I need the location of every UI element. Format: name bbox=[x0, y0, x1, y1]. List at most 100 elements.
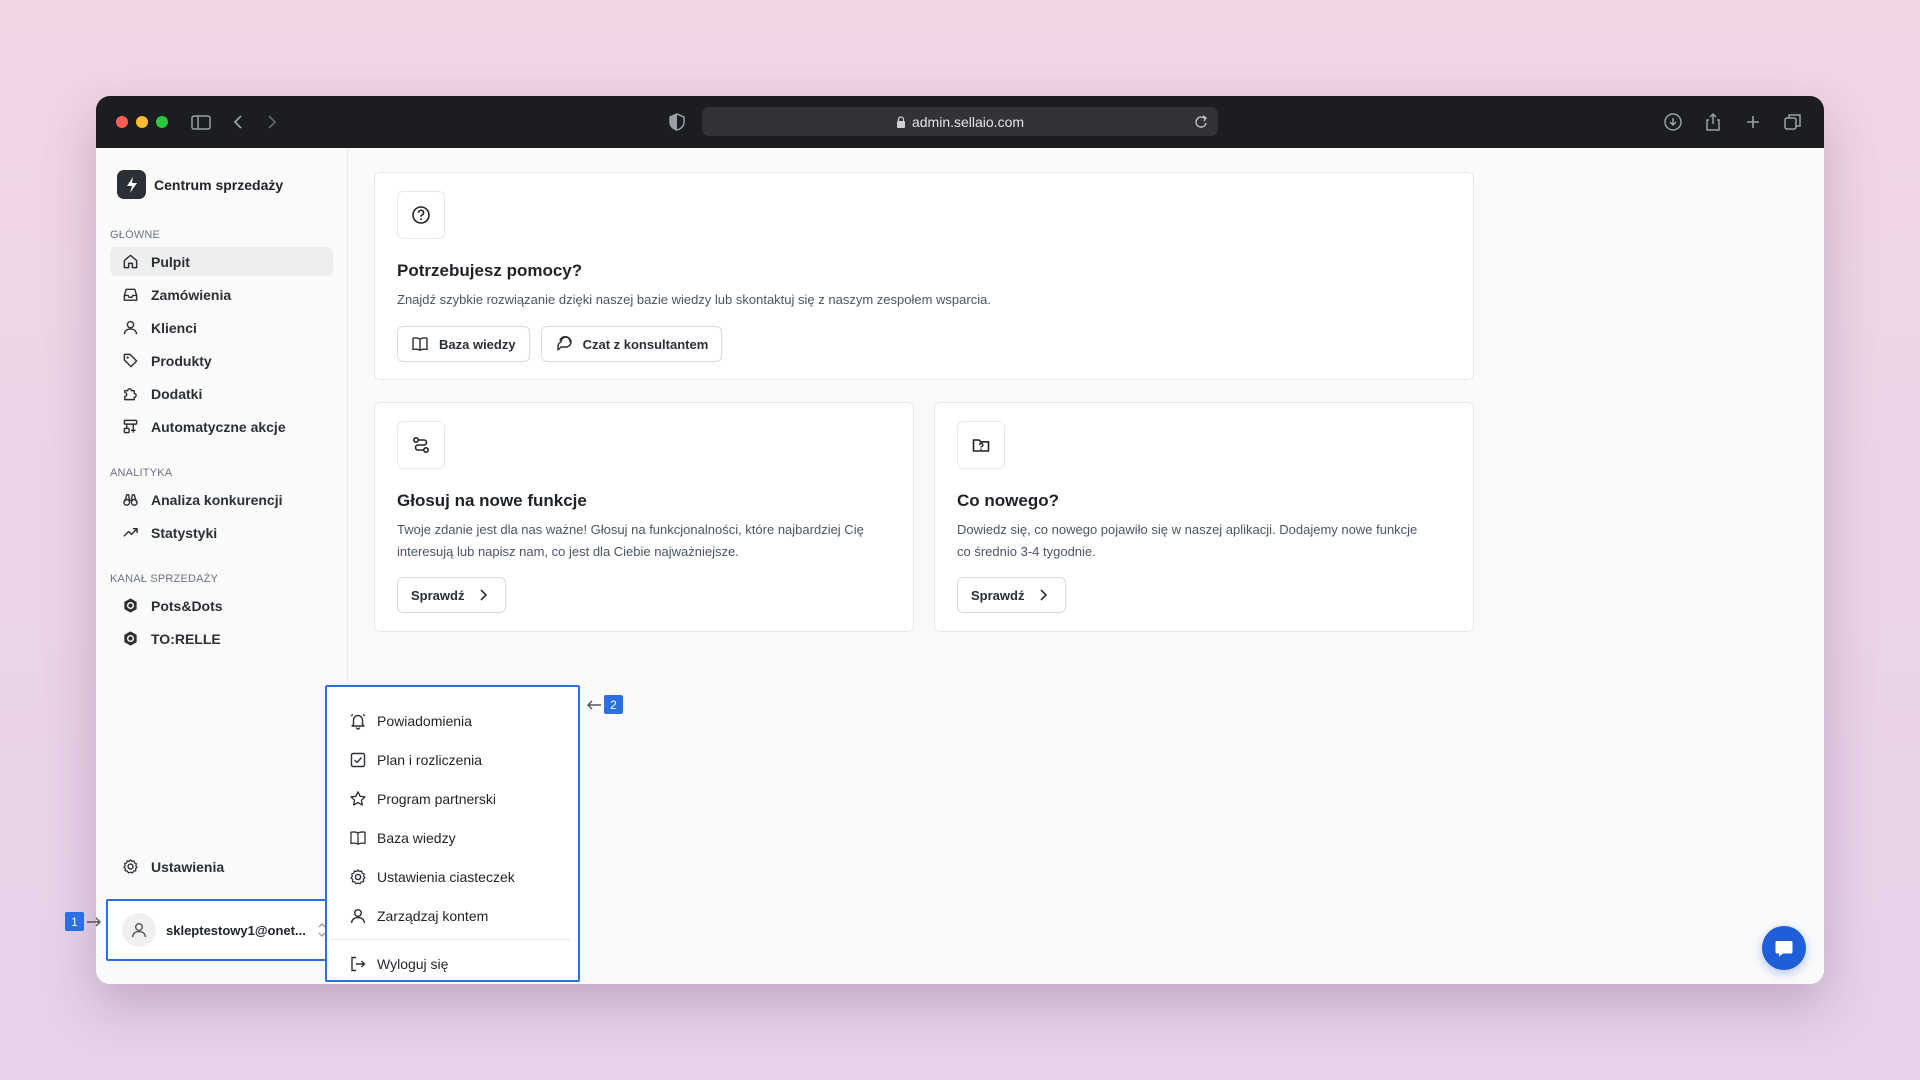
news-check-label: Sprawdź bbox=[971, 587, 1025, 603]
chat-icon bbox=[556, 336, 572, 351]
vote-check-button[interactable]: Sprawdź bbox=[397, 577, 507, 613]
folder-question-icon bbox=[972, 439, 990, 452]
binoculars-icon bbox=[123, 494, 138, 506]
sidebar-item-statystyki[interactable]: Statystyki bbox=[110, 518, 333, 547]
sidebar-item-zamowienia[interactable]: Zamówienia bbox=[110, 280, 333, 309]
traffic-lights bbox=[116, 116, 168, 128]
vote-check-label: Sprawdź bbox=[411, 587, 465, 603]
gear-icon bbox=[123, 859, 138, 874]
chevron-right-icon bbox=[1040, 589, 1048, 601]
sidebar-item-klienci[interactable]: Klienci bbox=[110, 313, 333, 342]
callout-2: 2 bbox=[586, 695, 623, 714]
question-circle-icon bbox=[412, 206, 430, 224]
address-bar[interactable]: admin.sellaio.com bbox=[702, 107, 1218, 136]
arrow-right-icon bbox=[87, 917, 101, 926]
knowledge-base-button[interactable]: Baza wiedzy bbox=[397, 326, 530, 362]
user-email: skleptestowy1@onet... bbox=[166, 922, 306, 938]
section-label-analytics: ANALITYKA bbox=[110, 467, 173, 479]
menu-item-manage-account[interactable]: Zarządzaj kontem bbox=[331, 896, 570, 935]
brand[interactable]: Centrum sprzedaży bbox=[110, 170, 333, 199]
sidebar-item-pots-dots[interactable]: Pots&Dots bbox=[110, 591, 333, 620]
menu-item-cookie-settings[interactable]: Ustawienia ciasteczek bbox=[331, 857, 570, 896]
vote-title: Głosuj na nowe funkcje bbox=[397, 491, 587, 510]
route-icon bbox=[412, 436, 430, 454]
news-title: Co nowego? bbox=[957, 491, 1059, 510]
menu-item-label: Ustawienia ciasteczek bbox=[377, 868, 515, 885]
help-icon-box bbox=[397, 191, 445, 239]
sidebar-item-torelle[interactable]: TO:RELLE bbox=[110, 624, 333, 653]
gear-icon bbox=[350, 868, 366, 884]
tag-icon bbox=[123, 353, 138, 368]
close-window-button[interactable] bbox=[116, 116, 128, 128]
brand-logo-icon bbox=[117, 170, 146, 199]
menu-item-partner-program[interactable]: Program partnerski bbox=[331, 779, 570, 818]
bell-icon bbox=[350, 713, 366, 730]
sidebar-item-dodatki[interactable]: Dodatki bbox=[110, 379, 333, 408]
forward-icon[interactable] bbox=[260, 111, 282, 133]
sidebar-item-label: TO:RELLE bbox=[151, 630, 221, 647]
user-dropdown-menu: Powiadomienia Plan i rozliczenia Program… bbox=[325, 685, 580, 982]
sidebar-item-label: Dodatki bbox=[151, 385, 203, 402]
callout-number: 1 bbox=[65, 912, 84, 931]
menu-item-label: Baza wiedzy bbox=[377, 829, 456, 846]
sidebar-item-analiza-konkurencji[interactable]: Analiza konkurencji bbox=[110, 485, 333, 514]
menu-item-notifications[interactable]: Powiadomienia bbox=[331, 701, 570, 740]
menu-item-knowledge-base[interactable]: Baza wiedzy bbox=[331, 818, 570, 857]
vote-description-line2: interesują lub napisz nam, co jest dla C… bbox=[397, 544, 739, 559]
sidebar-item-label: Analiza konkurencji bbox=[151, 491, 283, 508]
vote-card: Głosuj na nowe funkcje Twoje zdanie jest… bbox=[374, 402, 914, 632]
news-card: Co nowego? Dowiedz się, co nowego pojawi… bbox=[934, 402, 1474, 632]
vote-description: Twoje zdanie jest dla nas ważne! Głosuj … bbox=[397, 519, 891, 563]
sidebar-item-label: Zamówienia bbox=[151, 286, 232, 303]
user-icon bbox=[350, 908, 366, 923]
news-description-line2: co średnio 3-4 tygodnie. bbox=[957, 544, 1096, 559]
new-tab-icon[interactable] bbox=[1742, 111, 1764, 133]
user-account-switcher[interactable]: skleptestowy1@onet... bbox=[106, 899, 336, 961]
inbox-icon bbox=[123, 288, 138, 301]
download-icon[interactable] bbox=[1662, 111, 1684, 133]
chat-consultant-label: Czat z konsultantem bbox=[582, 336, 709, 352]
user-dropdown-list: Powiadomienia Plan i rozliczenia Program… bbox=[331, 691, 570, 976]
menu-item-label: Zarządzaj kontem bbox=[377, 907, 489, 924]
sidebar-item-ustawienia[interactable]: Ustawienia bbox=[122, 858, 224, 875]
star-icon bbox=[350, 790, 366, 806]
settings-label: Ustawienia bbox=[151, 858, 225, 875]
share-icon[interactable] bbox=[1702, 111, 1724, 133]
sidebar-item-automatyczne-akcje[interactable]: Automatyczne akcje bbox=[110, 412, 333, 441]
tab-overview-icon[interactable] bbox=[1782, 111, 1804, 133]
sidebar-item-label: Pots&Dots bbox=[151, 597, 223, 614]
menu-item-plan-billing[interactable]: Plan i rozliczenia bbox=[331, 740, 570, 779]
avatar bbox=[122, 913, 156, 947]
section-label-sales-channel: KANAŁ SPRZEDAŻY bbox=[110, 573, 219, 585]
support-chat-button[interactable] bbox=[1762, 926, 1806, 970]
chat-consultant-button[interactable]: Czat z konsultantem bbox=[540, 326, 723, 362]
menu-item-label: Wyloguj się bbox=[377, 955, 449, 972]
channel-icon bbox=[124, 598, 137, 613]
privacy-shield-icon[interactable] bbox=[666, 111, 688, 133]
callout-1: 1 bbox=[65, 912, 102, 931]
reload-icon[interactable] bbox=[1194, 113, 1208, 129]
sidebar-item-label: Produkty bbox=[151, 352, 212, 369]
trending-up-icon bbox=[123, 528, 138, 537]
sidebar-item-pulpit[interactable]: Pulpit bbox=[110, 247, 333, 276]
sidebar-item-label: Klienci bbox=[151, 319, 197, 336]
menu-item-logout[interactable]: Wyloguj się bbox=[331, 944, 570, 983]
brand-name: Centrum sprzedaży bbox=[154, 176, 284, 193]
channel-icon bbox=[124, 631, 137, 646]
minimize-window-button[interactable] bbox=[136, 116, 148, 128]
news-check-button[interactable]: Sprawdź bbox=[957, 577, 1067, 613]
sidebar-toggle-icon[interactable] bbox=[190, 111, 212, 133]
section-label-main: GŁÓWNE bbox=[110, 229, 161, 241]
vote-description-line1: Twoje zdanie jest dla nas ważne! Głosuj … bbox=[397, 522, 864, 537]
sidebar-item-produkty[interactable]: Produkty bbox=[110, 346, 333, 375]
sidebar-item-label: Automatyczne akcje bbox=[151, 418, 286, 435]
news-icon-box bbox=[957, 421, 1005, 469]
lock-icon bbox=[896, 115, 905, 128]
back-icon[interactable] bbox=[228, 111, 250, 133]
callout-number: 2 bbox=[604, 695, 623, 714]
home-icon bbox=[123, 254, 138, 269]
menu-item-label: Plan i rozliczenia bbox=[377, 751, 483, 768]
workflow-icon bbox=[123, 419, 138, 434]
book-icon bbox=[350, 830, 366, 845]
maximize-window-button[interactable] bbox=[156, 116, 168, 128]
